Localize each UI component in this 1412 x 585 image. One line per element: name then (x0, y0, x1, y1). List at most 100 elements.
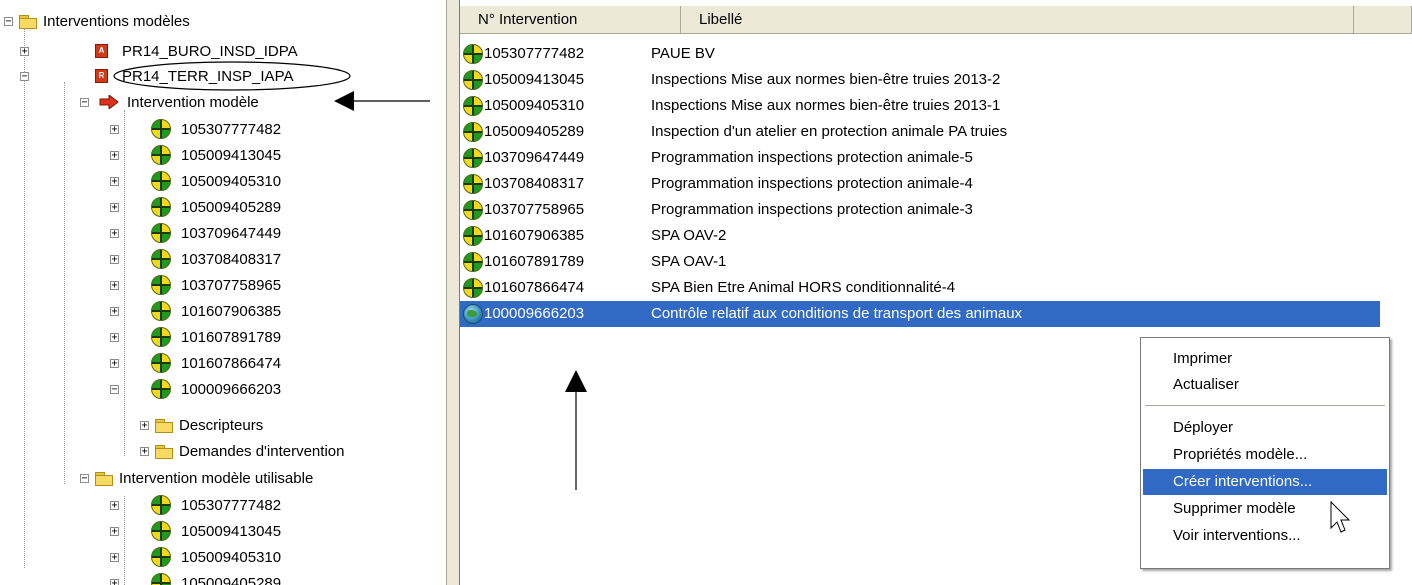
tree-node-intervention-utilisable-item[interactable]: +105009405289 (110, 570, 281, 585)
list-row[interactable]: 103707758965 Programmation inspections pr… (460, 197, 1370, 223)
tree-label: Demandes d'intervention (179, 442, 345, 460)
tree-node-intervention[interactable]: +105009405289 (110, 194, 281, 220)
expand-icon[interactable]: + (110, 526, 119, 536)
pane-splitter[interactable] (446, 0, 460, 585)
menu-item-deployer[interactable]: Déployer (1143, 415, 1387, 441)
list-row[interactable]: 103709647449 Programmation inspections pr… (460, 145, 1370, 171)
tree-node-intervention[interactable]: − 100009666203 (110, 376, 281, 402)
expand-icon[interactable]: + (110, 306, 119, 316)
tree-node-intervention[interactable]: +101607906385 (110, 298, 281, 324)
tree-node-pr14-terr[interactable]: − R PR14_TERR_INSP_IAPA (20, 63, 293, 89)
tree-label: 105009405289 (181, 198, 282, 216)
tree-label: 101607906385 (181, 302, 282, 320)
list-row[interactable]: 105009405310 Inspections Mise aux normes … (460, 93, 1370, 119)
tree-label: 105009405310 (181, 548, 282, 566)
tree-node-intervention[interactable]: +105009405310 (110, 168, 281, 194)
intervention-disc-icon (463, 278, 483, 298)
intervention-disc-icon (463, 226, 483, 246)
menu-item-imprimer[interactable]: Imprimer (1143, 346, 1387, 372)
cell-libelle: SPA OAV-2 (651, 227, 727, 244)
tree-node-intervention-utilisable-item[interactable]: +105009413045 (110, 518, 281, 544)
context-menu: Imprimer Actualiser Déployer Propriétés … (1140, 337, 1390, 569)
collapse-icon[interactable]: − (80, 473, 89, 483)
tree-label: 103709647449 (181, 224, 282, 242)
expand-icon[interactable]: + (110, 176, 119, 186)
menu-item-supprimer-modele[interactable]: Supprimer modèle (1143, 496, 1387, 522)
cell-numero: 105009413045 (484, 71, 585, 88)
column-header-numero[interactable]: N° Intervention (460, 6, 681, 34)
menu-item-actualiser[interactable]: Actualiser (1143, 372, 1387, 398)
list-row[interactable]: 105009413045 Inspections Mise aux normes … (460, 67, 1370, 93)
tree-node-pr14-buro[interactable]: + A PR14_BURO_INSD_IDPA (20, 38, 298, 64)
list-row[interactable]: 101607891789 SPA OAV-1 (460, 249, 1370, 275)
expand-icon[interactable]: + (110, 578, 119, 585)
tree-node-intervention[interactable]: +103708408317 (110, 246, 281, 272)
tree-label: 105009413045 (181, 146, 282, 164)
intervention-disc-icon (151, 327, 171, 347)
cell-libelle: Inspections Mise aux normes bien-être tr… (651, 97, 1001, 114)
tree-node-intervention[interactable]: +105009413045 (110, 142, 281, 168)
list-row-selected[interactable]: 100009666203 Contrôle relatif aux conditi… (460, 301, 1380, 327)
expand-icon[interactable]: + (110, 332, 119, 342)
intervention-disc-icon (463, 44, 483, 64)
tree-node-intervention[interactable]: +103707758965 (110, 272, 281, 298)
tree-node-intervention[interactable]: +101607866474 (110, 350, 281, 376)
expand-icon[interactable]: + (110, 552, 119, 562)
cell-numero: 101607891789 (484, 253, 585, 270)
tree-label: Intervention modèle (127, 93, 259, 111)
expand-icon[interactable]: + (110, 124, 119, 134)
menu-item-proprietes-modele[interactable]: Propriétés modèle... (1143, 442, 1387, 468)
tree-node-intervention-utilisable[interactable]: − Intervention modèle utilisable (80, 465, 313, 491)
tree-node-descripteurs[interactable]: + Descripteurs (140, 412, 263, 438)
list-row[interactable]: 105307777482 PAUE BV (460, 41, 1370, 67)
collapse-icon[interactable]: − (110, 384, 119, 394)
menu-item-creer-interventions[interactable]: Créer interventions... (1143, 469, 1387, 495)
expand-icon[interactable]: + (110, 228, 119, 238)
collapse-icon[interactable]: − (80, 97, 89, 107)
tree-label: Intervention modèle utilisable (119, 469, 314, 487)
tree-node-intervention-modele[interactable]: − Intervention modèle (80, 89, 259, 115)
collapse-icon[interactable]: − (20, 71, 29, 81)
expand-icon[interactable]: + (110, 280, 119, 290)
expand-icon[interactable]: + (110, 254, 119, 264)
tree-node-intervention-utilisable-item[interactable]: +105009405310 (110, 544, 281, 570)
tree-connector (64, 82, 65, 484)
tree-label: 103707758965 (181, 276, 282, 294)
intervention-disc-icon (151, 249, 171, 269)
tree-connector (24, 28, 25, 568)
tree-node-intervention[interactable]: +101607891789 (110, 324, 281, 350)
intervention-disc-icon (151, 573, 171, 585)
expand-icon[interactable]: + (110, 150, 119, 160)
tree-node-root[interactable]: − Interventions modèles (4, 8, 190, 34)
expand-icon[interactable]: + (110, 500, 119, 510)
program-icon: R (95, 69, 108, 83)
tree-node-intervention[interactable]: +103709647449 (110, 220, 281, 246)
list-row[interactable]: 103708408317 Programmation inspections pr… (460, 171, 1370, 197)
column-header-libelle[interactable]: Libellé (681, 6, 1354, 34)
expand-icon[interactable]: + (110, 358, 119, 368)
cell-numero: 103707758965 (484, 201, 585, 218)
tree-node-intervention[interactable]: +105307777482 (110, 116, 281, 142)
tree-label: 100009666203 (181, 380, 282, 398)
intervention-disc-icon (151, 145, 171, 165)
expand-icon[interactable]: + (140, 420, 149, 430)
list-row[interactable]: 101607906385 SPA OAV-2 (460, 223, 1370, 249)
expand-icon[interactable]: + (110, 202, 119, 212)
list-row[interactable]: 105009405289 Inspection d'un atelier en p… (460, 119, 1370, 145)
menu-item-voir-interventions[interactable]: Voir interventions... (1143, 523, 1387, 549)
expand-icon[interactable]: + (20, 46, 29, 56)
intervention-disc-icon (463, 200, 483, 220)
cell-libelle: Contrôle relatif aux conditions de trans… (651, 305, 1023, 322)
tree-node-intervention-utilisable-item[interactable]: +105307777482 (110, 492, 281, 518)
tree-node-demandes[interactable]: + Demandes d'intervention (140, 438, 344, 464)
expand-icon[interactable]: + (140, 446, 149, 456)
intervention-disc-icon (151, 301, 171, 321)
cell-libelle: SPA Bien Etre Animal HORS conditionnalit… (651, 279, 956, 296)
intervention-disc-icon (463, 70, 483, 90)
collapse-icon[interactable]: − (4, 16, 13, 26)
tree-label: 105009405289 (181, 574, 282, 585)
menu-separator (1145, 405, 1385, 406)
intervention-disc-icon (151, 495, 171, 515)
list-row[interactable]: 101607866474 SPA Bien Etre Animal HORS co… (460, 275, 1370, 301)
tree-view[interactable]: − Interventions modèles + A PR14_BURO_IN… (0, 0, 446, 585)
